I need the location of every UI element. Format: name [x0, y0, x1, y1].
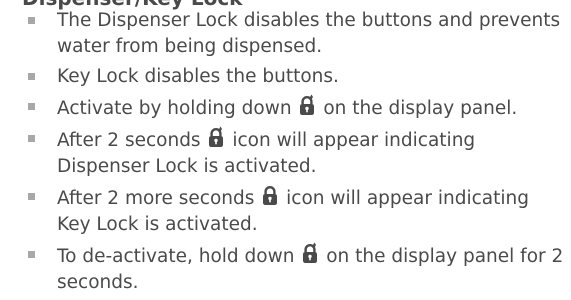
list-item: The Dispenser Lock disables the buttons …: [0, 8, 571, 60]
list-item: After 2 more seconds icon will appear in…: [0, 184, 571, 238]
list-item: Key Lock disables the buttons.: [0, 64, 571, 90]
key-lock-icon: [263, 186, 278, 205]
bullet-text-start: After 2 more seconds: [57, 188, 261, 209]
bullet-marker: [28, 73, 35, 80]
bullet-text: Key Lock disables the buttons.: [57, 66, 339, 87]
dispenser-lock-icon: [209, 126, 224, 147]
dispenser-lock-icon: [303, 242, 318, 263]
bullet-text-end: on the display panel.: [317, 98, 518, 119]
bullet-text-start: After 2 seconds: [57, 130, 207, 151]
bullet-marker: [28, 193, 35, 200]
bullet-list: The Dispenser Lock disables the buttons …: [0, 8, 571, 300]
bullet-marker: [28, 251, 35, 258]
bullet-marker: [28, 103, 35, 110]
bullet-marker: [28, 135, 35, 142]
bullet-marker: [28, 17, 35, 24]
list-item: After 2 seconds icon will appear indicat…: [0, 126, 571, 180]
bullet-text-start: Activate by holding down: [57, 98, 298, 119]
bullet-text: The Dispenser Lock disables the buttons …: [57, 10, 561, 57]
bullet-text-start: To de-activate, hold down: [57, 246, 301, 267]
list-item: To de-activate, hold down on the display…: [0, 242, 571, 296]
list-item: Activate by holding down on the display …: [0, 94, 571, 122]
dispenser-lock-icon: [300, 94, 315, 115]
